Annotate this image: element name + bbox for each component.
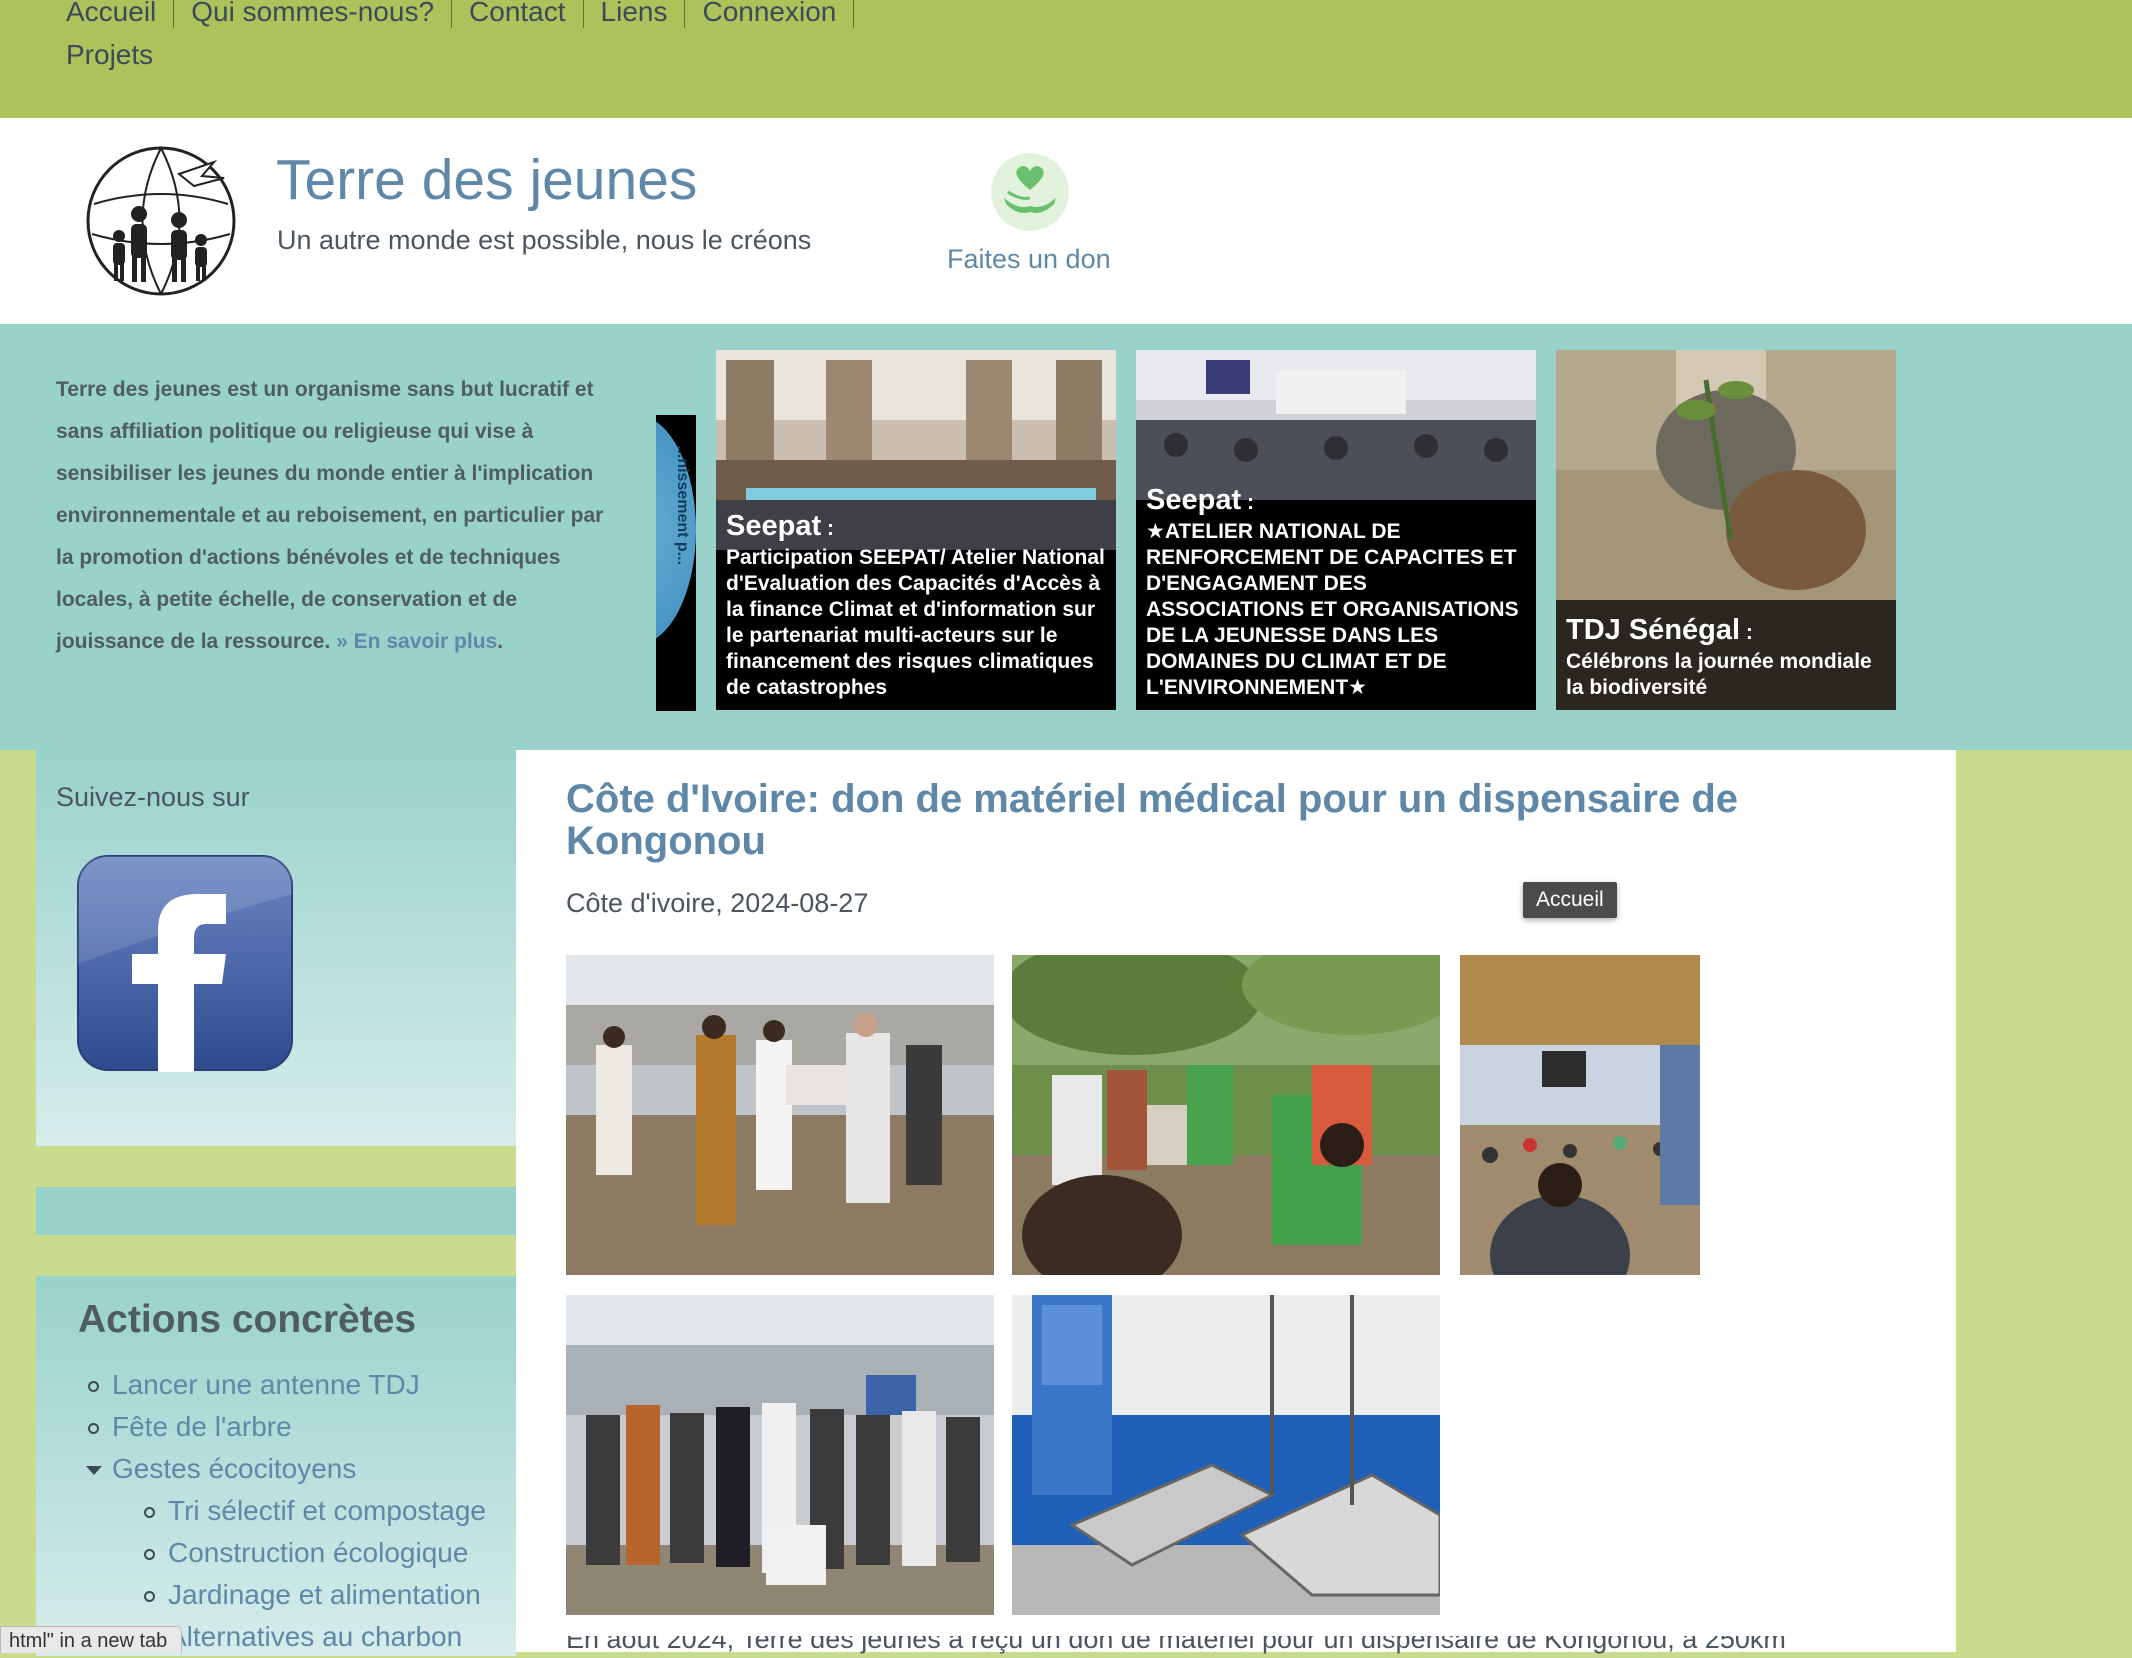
browser-status-bar: html" in a new tab <box>0 1626 183 1653</box>
slide-3-caption: TDJ Sénégal : Célébrons la journée mondi… <box>1566 614 1872 699</box>
carousel-slide-2[interactable]: Seepat : ★ATELIER NATIONAL DE RENFORCEME… <box>1136 350 1536 710</box>
article-title[interactable]: Côte d'Ivoire: don de matériel médical p… <box>566 778 1866 862</box>
nav-item-contact[interactable]: Contact <box>452 0 584 28</box>
sidebar-separator-block <box>36 1187 516 1235</box>
slide-2-heading: Seepat <box>1146 484 1242 516</box>
site-slogan: Un autre monde est possible, nous le cré… <box>277 225 812 255</box>
facebook-icon[interactable] <box>76 854 294 1072</box>
actions-subitem-tri[interactable]: Tri sélectif et compostage <box>84 1490 486 1532</box>
slide-1-text: Participation SEEPAT/ Atelier National d… <box>726 546 1105 699</box>
nav-row-2: Projets <box>66 39 170 71</box>
slide-2-text: ★ATELIER NATIONAL DE RENFORCEMENT DE CAP… <box>1146 520 1519 699</box>
slide-3-heading: TDJ Sénégal <box>1566 614 1741 646</box>
heart-hands-icon[interactable] <box>990 152 1070 232</box>
carousel-slide-partial[interactable]: ...nissement p... <box>656 415 696 711</box>
nav-item-liens[interactable]: Liens <box>584 0 686 28</box>
actions-menu: Lancer une antenne TDJ Fête de l'arbre G… <box>84 1364 486 1658</box>
photo-village-crowd[interactable] <box>1460 955 1700 1275</box>
actions-concretes-block: Actions concrètes Lancer une antenne TDJ… <box>36 1276 516 1656</box>
site-title[interactable]: Terre des jeunes <box>276 147 697 213</box>
article-meta: Côte d'ivoire, 2024-08-27 <box>566 888 869 918</box>
actions-title: Actions concrètes <box>78 1298 417 1341</box>
nav-item-accueil[interactable]: Accueil <box>66 0 175 28</box>
donate-link[interactable]: Faites un don <box>947 244 1111 275</box>
mission-text: Terre des jeunes est un organisme sans b… <box>56 378 604 653</box>
top-navigation: Accueil Qui sommes-nous? Contact Liens C… <box>0 0 2132 118</box>
intro-banner: Terre des jeunes est un organisme sans b… <box>0 324 2132 750</box>
follow-us-title: Suivez-nous sur <box>56 782 250 812</box>
follow-us-block: Suivez-nous sur <box>36 750 516 1146</box>
nav-item-projets[interactable]: Projets <box>66 39 170 71</box>
tooltip: Accueil <box>1523 882 1617 918</box>
actions-item-antenne[interactable]: Lancer une antenne TDJ <box>84 1364 486 1406</box>
photo-dispensary-beds[interactable] <box>1012 1295 1440 1615</box>
actions-item-fete-arbre[interactable]: Fête de l'arbre <box>84 1406 486 1448</box>
slide-1-caption: Seepat : Participation SEEPAT/ Atelier N… <box>726 510 1105 699</box>
nav-row-1: Accueil Qui sommes-nous? Contact Liens C… <box>66 0 855 28</box>
slide-1-heading: Seepat <box>726 510 822 542</box>
slide-2-caption: Seepat : ★ATELIER NATIONAL DE RENFORCEME… <box>1146 484 1519 699</box>
main-content: Côte d'Ivoire: don de matériel médical p… <box>516 750 1956 1654</box>
article-body-start: En août 2024, Terre des jeunes a reçu un… <box>566 1636 1786 1654</box>
actions-subitem-construction[interactable]: Construction écologique <box>84 1532 486 1574</box>
photo-group-in-front-of-building[interactable] <box>566 1295 994 1615</box>
nav-item-connexion[interactable]: Connexion <box>685 0 855 28</box>
expanded-triangle-icon[interactable] <box>86 1466 102 1475</box>
photo-meeting-under-tree[interactable] <box>1012 955 1440 1275</box>
photo-donation-handover[interactable] <box>566 955 994 1275</box>
partial-slide-text: ...nissement p... <box>674 445 691 566</box>
actions-item-gestes[interactable]: Gestes écocitoyens <box>84 1448 486 1490</box>
site-header: Terre des jeunes Un autre monde est poss… <box>0 118 2132 324</box>
slide-3-text: Célébrons la journée mondiale la biodive… <box>1566 650 1872 699</box>
read-more-link[interactable]: » En savoir plus <box>336 630 497 653</box>
nav-item-qui-sommes-nous[interactable]: Qui sommes-nous? <box>174 0 453 28</box>
mission-statement: Terre des jeunes est un organisme sans b… <box>56 378 604 653</box>
carousel-slide-3[interactable]: TDJ Sénégal : Célébrons la journée mondi… <box>1556 350 1896 710</box>
carousel-slide-1[interactable]: Seepat : Participation SEEPAT/ Atelier N… <box>716 350 1116 710</box>
globe-children-dove-icon[interactable] <box>84 144 238 298</box>
actions-subitem-jardinage[interactable]: Jardinage et alimentation <box>84 1574 486 1616</box>
